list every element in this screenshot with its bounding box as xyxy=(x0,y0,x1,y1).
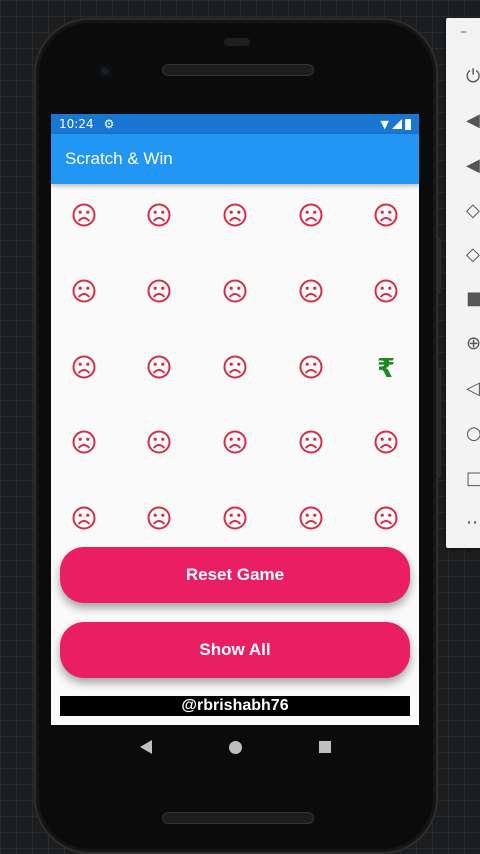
nav-recents-icon[interactable] xyxy=(318,741,331,753)
grid-cell[interactable] xyxy=(69,278,99,308)
grid-cell[interactable] xyxy=(144,202,174,232)
grid-cell[interactable] xyxy=(371,278,401,308)
grid-cell[interactable] xyxy=(69,429,99,459)
more-icon[interactable]: ⋯ xyxy=(466,512,480,534)
sad-face-icon xyxy=(222,429,248,459)
grid-cell[interactable] xyxy=(220,278,250,308)
sad-face-icon xyxy=(71,429,97,459)
camera-screenshot-icon[interactable]: ■ xyxy=(466,288,480,310)
grid-cell[interactable] xyxy=(371,202,401,232)
grid-cell[interactable] xyxy=(371,505,401,535)
grid-cell[interactable] xyxy=(69,505,99,535)
sad-face-icon xyxy=(298,354,324,384)
show-all-button[interactable]: Show All xyxy=(60,622,410,678)
grid-cell[interactable] xyxy=(296,505,326,535)
grid-cell[interactable] xyxy=(220,429,250,459)
grid-cell[interactable] xyxy=(144,354,174,384)
top-speaker xyxy=(162,64,314,76)
bottom-speaker xyxy=(162,812,314,824)
scratch-grid: ₹ xyxy=(51,184,419,558)
grid-cell[interactable] xyxy=(371,429,401,459)
signal-icon xyxy=(392,119,402,129)
author-credit: @rbrishabh76 xyxy=(60,696,410,716)
sad-face-icon xyxy=(298,278,324,308)
sad-face-icon xyxy=(373,505,399,535)
sad-face-icon xyxy=(298,429,324,459)
zoom-icon[interactable]: ⊕ xyxy=(466,333,480,355)
grid-cell[interactable] xyxy=(220,505,250,535)
sad-face-icon xyxy=(71,354,97,384)
grid-cell[interactable] xyxy=(144,505,174,535)
grid-cell[interactable] xyxy=(296,202,326,232)
volume-button[interactable] xyxy=(436,368,441,478)
sad-face-icon xyxy=(146,429,172,459)
sad-face-icon xyxy=(373,429,399,459)
nav-home-icon[interactable] xyxy=(228,740,242,754)
grid-cell[interactable] xyxy=(296,278,326,308)
rotate-left-icon[interactable]: ◇ xyxy=(466,200,480,222)
reset-game-button[interactable]: Reset Game xyxy=(60,547,410,603)
sad-face-icon xyxy=(146,505,172,535)
status-bar: 10:24 ⚙ ▼ xyxy=(51,114,419,134)
sad-face-icon xyxy=(298,505,324,535)
sad-face-icon xyxy=(222,354,248,384)
emulator-toolbar: – ⏻ ◀ ◀ ◇ ◇ ■ ⊕ ◁ ○ □ ⋯ xyxy=(446,18,480,548)
power-button[interactable] xyxy=(436,238,441,294)
front-camera xyxy=(97,63,113,79)
grid-cell[interactable] xyxy=(69,354,99,384)
app-bar: Scratch & Win xyxy=(51,134,419,184)
grid-cell[interactable] xyxy=(144,278,174,308)
overview-icon[interactable]: □ xyxy=(466,468,480,490)
sad-face-icon xyxy=(146,202,172,232)
grid-cell[interactable] xyxy=(69,202,99,232)
sad-face-icon xyxy=(222,278,248,308)
rotate-right-icon[interactable]: ◇ xyxy=(466,244,480,266)
sad-face-icon xyxy=(373,202,399,232)
sad-face-icon xyxy=(298,202,324,232)
power-icon[interactable]: ⏻ xyxy=(466,66,480,88)
sad-face-icon xyxy=(222,202,248,232)
grid-cell[interactable] xyxy=(220,354,250,384)
volume-up-icon[interactable]: ◀ xyxy=(466,110,480,132)
device-screen: 10:24 ⚙ ▼ Scratch & Win ₹ Reset Game Sho… xyxy=(51,114,419,725)
sad-face-icon xyxy=(146,278,172,308)
sad-face-icon xyxy=(71,202,97,232)
wifi-icon: ▼ xyxy=(380,117,389,131)
sad-face-icon xyxy=(146,354,172,384)
earpiece xyxy=(224,38,250,46)
back-icon[interactable]: ◁ xyxy=(466,378,480,400)
volume-down-icon[interactable]: ◀ xyxy=(466,155,480,177)
nav-back-icon[interactable] xyxy=(139,740,152,754)
home-icon[interactable]: ○ xyxy=(466,423,480,445)
grid-cell[interactable] xyxy=(296,429,326,459)
sad-face-icon xyxy=(373,278,399,308)
sad-face-icon xyxy=(71,278,97,308)
android-nav-bar xyxy=(51,725,419,769)
grid-cell[interactable] xyxy=(220,202,250,232)
status-time: 10:24 xyxy=(59,117,94,131)
rupee-icon: ₹ xyxy=(376,354,396,384)
sad-face-icon xyxy=(71,505,97,535)
battery-icon xyxy=(405,118,411,130)
app-title: Scratch & Win xyxy=(65,149,173,168)
grid-cell-win[interactable]: ₹ xyxy=(371,354,401,384)
grid-cell[interactable] xyxy=(144,429,174,459)
sad-face-icon xyxy=(222,505,248,535)
settings-gear-icon: ⚙ xyxy=(103,117,115,131)
grid-cell[interactable] xyxy=(296,354,326,384)
minimize-icon[interactable]: – xyxy=(460,24,467,40)
